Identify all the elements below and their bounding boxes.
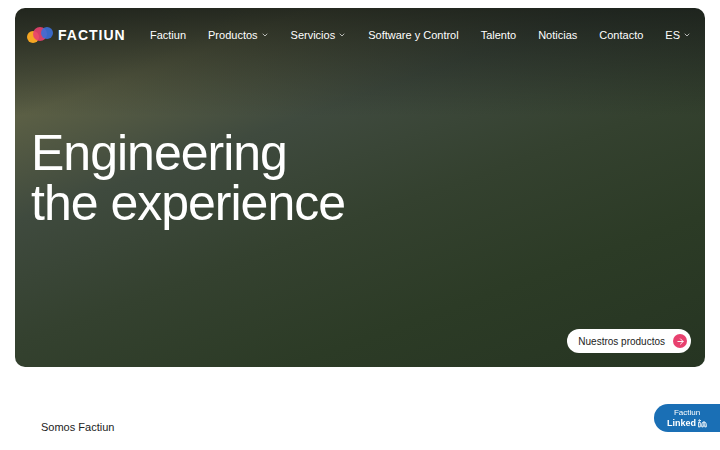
badge-network: Linked xyxy=(667,418,707,429)
products-button[interactable]: Nuestros productos xyxy=(567,329,691,353)
hero-title-line: the experience xyxy=(31,178,691,228)
logo-text: FACTIUN xyxy=(58,27,126,43)
nav-item[interactable]: Servicios xyxy=(291,29,347,41)
nav-item[interactable]: Software y Control xyxy=(368,29,458,41)
linkedin-icon xyxy=(698,419,707,428)
logo-mark-icon xyxy=(25,25,55,45)
nav-item[interactable]: ES xyxy=(665,29,691,41)
page: FACTIUN Factiun Productos Servicios Software… xyxy=(0,0,720,433)
arrow-circle xyxy=(673,334,687,348)
nav-item[interactable]: Noticias xyxy=(538,29,577,41)
intro-section: Somos Factiun xyxy=(15,367,705,433)
chevron-down-icon xyxy=(683,31,691,39)
hero-title-line: Engineering xyxy=(31,128,691,178)
logo[interactable]: FACTIUN xyxy=(25,25,126,45)
cta-row: Nuestros productos xyxy=(25,329,691,353)
nav-item[interactable]: Factiun xyxy=(150,29,186,41)
hero-title: Engineeringthe experience xyxy=(31,128,691,228)
linkedin-badge[interactable]: FactiunLinked xyxy=(654,404,720,432)
chevron-down-icon xyxy=(261,31,269,39)
nav-list: Factiun Productos Servicios Software y Cont… xyxy=(150,29,691,41)
eyebrow: Somos Factiun xyxy=(41,421,705,433)
arrow-right-icon xyxy=(676,337,685,346)
chevron-down-icon xyxy=(338,31,346,39)
nav-item[interactable]: Talento xyxy=(481,29,516,41)
nav-item[interactable]: Productos xyxy=(208,29,269,41)
nav-item[interactable]: Contacto xyxy=(599,29,643,41)
badge-name: Factiun xyxy=(674,408,700,418)
navbar: FACTIUN Factiun Productos Servicios Software… xyxy=(25,8,691,62)
hero: FACTIUN Factiun Productos Servicios Software… xyxy=(15,8,705,367)
